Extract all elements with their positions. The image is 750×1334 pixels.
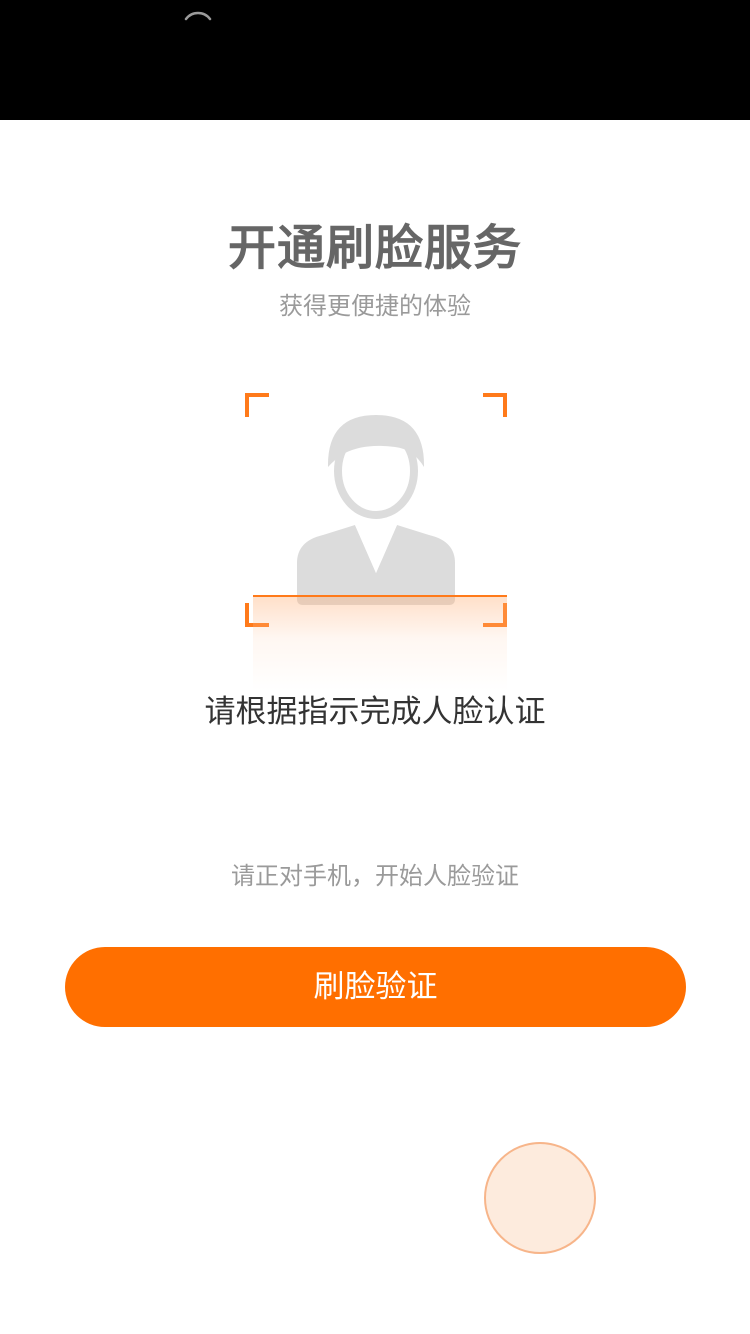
page-title: 开通刷脸服务 xyxy=(227,220,522,276)
page-subtitle: 获得更便捷的体验 xyxy=(279,292,471,320)
floating-circle-button[interactable] xyxy=(484,1142,596,1254)
face-scan-area xyxy=(245,393,507,693)
scan-glow xyxy=(253,595,507,691)
instruction-text: 请根据指示完成人脸认证 xyxy=(204,694,546,730)
loading-arc-icon xyxy=(184,11,212,21)
scan-line xyxy=(253,595,507,597)
face-verify-button[interactable]: 刷脸验证 xyxy=(65,947,686,1027)
face-verification-page: 开通刷脸服务 获得更便捷的体验 请根据指示完成人脸认证 请正对手机，开始人脸验证… xyxy=(0,0,750,1334)
status-bar xyxy=(0,0,750,120)
hint-text: 请正对手机，开始人脸验证 xyxy=(231,862,519,890)
